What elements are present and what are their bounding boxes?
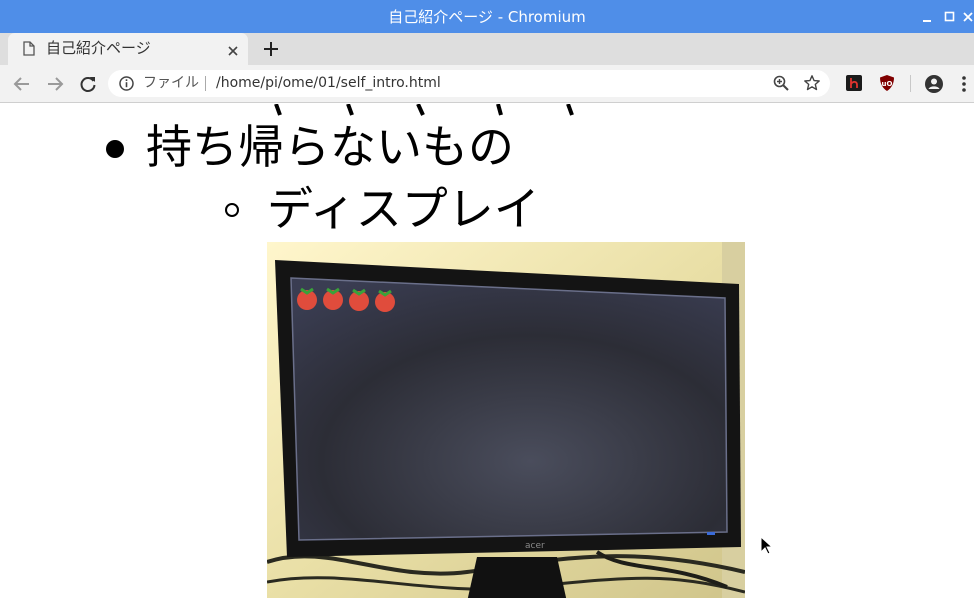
list-item-not-taking-home: 持ち帰らないもの xyxy=(146,120,514,174)
minimize-icon[interactable] xyxy=(918,8,936,26)
forward-arrow-icon[interactable] xyxy=(45,74,65,94)
list-bullet-disc xyxy=(106,140,124,158)
toolbar-separator xyxy=(910,75,911,92)
back-arrow-icon[interactable] xyxy=(12,74,32,94)
list-bullet-circle xyxy=(225,203,239,217)
menu-icon[interactable] xyxy=(958,74,974,94)
zoom-icon[interactable] xyxy=(772,74,790,96)
maximize-icon[interactable] xyxy=(941,8,959,26)
svg-text:acer: acer xyxy=(525,541,545,551)
tab-title: 自己紹介ページ xyxy=(46,39,151,57)
close-tab-icon[interactable] xyxy=(227,42,239,61)
info-icon[interactable] xyxy=(118,75,135,96)
scheme-label: ファイル xyxy=(143,75,199,91)
extension-h-icon[interactable] xyxy=(846,75,862,91)
mouse-cursor-icon xyxy=(760,536,774,555)
browser-toolbar: ファイル /home/pi/ome/01/self_intro.html uO xyxy=(0,65,974,103)
url-text[interactable]: /home/pi/ome/01/self_intro.html xyxy=(216,70,441,97)
window-title: 自己紹介ページ - Chromium xyxy=(388,8,586,26)
new-tab-button[interactable] xyxy=(261,39,281,59)
page-viewport: 持ち帰らないもの ディスプレイ acer xyxy=(0,103,974,598)
tab-self-intro[interactable]: 自己紹介ページ xyxy=(8,33,248,65)
ublock-shield-icon[interactable]: uO xyxy=(878,74,896,96)
window-titlebar: 自己紹介ページ - Chromium xyxy=(0,0,974,33)
profile-icon[interactable] xyxy=(924,74,944,94)
close-window-icon[interactable] xyxy=(962,8,974,26)
address-bar[interactable]: ファイル /home/pi/ome/01/self_intro.html xyxy=(108,70,830,97)
address-separator xyxy=(205,76,206,91)
document-icon xyxy=(23,41,35,60)
list-item-display: ディスプレイ xyxy=(267,182,540,236)
display-photo: acer xyxy=(267,242,745,598)
bookmark-star-icon[interactable] xyxy=(803,74,821,96)
tab-strip: 自己紹介ページ xyxy=(0,33,974,65)
reload-icon[interactable] xyxy=(78,74,98,94)
svg-text:uO: uO xyxy=(882,80,893,88)
